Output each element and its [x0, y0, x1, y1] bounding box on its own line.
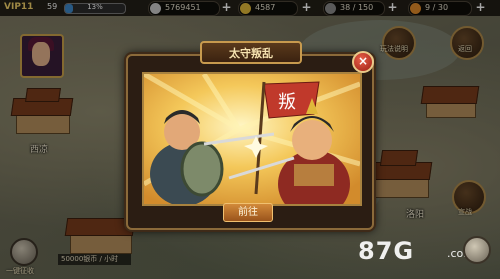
- magnifier-button[interactable]: [463, 236, 491, 264]
- rebellion-artwork: 叛: [144, 74, 360, 204]
- go-button[interactable]: 前往: [223, 203, 273, 222]
- dialog-title-plate: 太守叛乱: [200, 41, 302, 64]
- event-illustration: 叛: [142, 72, 362, 206]
- banner-rebel-char: 叛: [278, 92, 296, 113]
- watermark-brand: 87G: [358, 237, 415, 265]
- dialog-title: 太守叛乱: [229, 47, 273, 60]
- close-button[interactable]: ×: [352, 51, 374, 73]
